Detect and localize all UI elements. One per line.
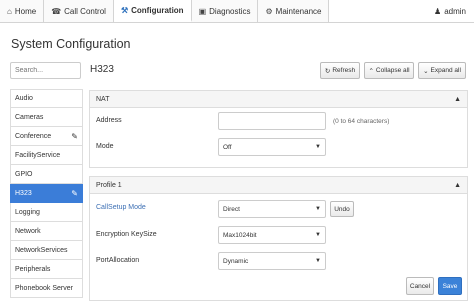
cancel-button[interactable]: Cancel: [406, 277, 434, 295]
nat-heading: NAT: [96, 95, 110, 103]
callsetup-value: Direct: [223, 205, 240, 213]
sidebar-item-label: Audio: [15, 95, 33, 102]
mode-value: Off: [223, 143, 232, 151]
refresh-icon: ↻: [324, 67, 331, 75]
encryption-value: Max1024bit: [223, 231, 257, 239]
sidebar-item-label: Network: [15, 227, 41, 235]
page-title: System Configuration: [11, 37, 131, 51]
profile-panel-header[interactable]: Profile 1 ▲: [90, 177, 467, 194]
mode-select[interactable]: Off ▼: [218, 138, 326, 156]
dropdown-arrow-icon: ▼: [315, 206, 321, 212]
port-value: Dynamic: [223, 257, 249, 265]
encryption-select[interactable]: Max1024bit ▼: [218, 226, 326, 244]
wrench-icon: ⚒: [120, 5, 129, 15]
collapse-all-button[interactable]: ⌃ Collapse all: [364, 62, 414, 79]
sidebar-item-label: Conference: [15, 132, 52, 140]
tab-diagnostics[interactable]: ▣ Diagnostics: [191, 0, 259, 22]
dropdown-arrow-icon: ▼: [315, 144, 321, 150]
chevron-up-icon: ⌃: [368, 67, 374, 75]
nat-panel-header[interactable]: NAT ▲: [90, 91, 467, 108]
tab-call-control-label: Call Control: [64, 6, 106, 16]
expand-all-button[interactable]: ⌄ Expand all: [418, 62, 466, 79]
user-name: admin: [444, 6, 466, 16]
save-button[interactable]: Save: [438, 277, 462, 295]
refresh-button[interactable]: ↻ Refresh: [320, 62, 360, 79]
address-hint: (0 to 64 characters): [333, 118, 390, 125]
camera-icon: ▣: [198, 6, 207, 16]
profile-heading: Profile 1: [96, 181, 122, 189]
edit-icon: ✎: [71, 131, 78, 141]
sidebar-item-label: Peripherals: [15, 265, 51, 273]
tab-maintenance[interactable]: ⚙ Maintenance: [258, 0, 330, 22]
sidebar-item-facilityservice[interactable]: FacilityService: [10, 146, 83, 165]
tab-configuration-label: Configuration: [131, 5, 184, 15]
collapse-all-label: Collapse all: [375, 67, 410, 74]
sidebar-item-network[interactable]: Network: [10, 222, 83, 241]
sidebar-item-peripherals[interactable]: Peripherals: [10, 260, 83, 279]
sidebar-item-label: GPIO: [15, 170, 33, 178]
dropdown-arrow-icon: ▼: [315, 232, 321, 238]
sidebar-item-label: Cameras: [15, 113, 44, 121]
encryption-label: Encryption KeySize: [96, 231, 157, 238]
sidebar-item-logging[interactable]: Logging: [10, 203, 83, 222]
sidebar-item-conference[interactable]: Conference ✎: [10, 127, 83, 146]
sidebar-item-label: Phonebook Server: [15, 284, 73, 292]
phone-icon: ☎: [51, 6, 62, 16]
refresh-label: Refresh: [332, 67, 356, 74]
tab-diagnostics-label: Diagnostics: [209, 6, 251, 16]
dropdown-arrow-icon: ▼: [315, 258, 321, 264]
edit-icon: ✎: [71, 188, 78, 198]
chevron-down-icon: ⌄: [423, 67, 429, 75]
sidebar-item-h323[interactable]: H323 ✎: [10, 184, 83, 203]
sidebar-item-label: NetworkServices: [15, 246, 68, 254]
gear-icon: ⚙: [265, 6, 273, 16]
user-icon: ♟: [434, 6, 442, 16]
port-label: PortAllocation: [96, 257, 140, 264]
sidebar-item-label: FacilityService: [15, 151, 61, 159]
sidebar-item-cameras[interactable]: Cameras: [10, 108, 83, 127]
tab-call-control[interactable]: ☎ Call Control: [44, 0, 114, 22]
callsetup-label: CallSetup Mode: [96, 204, 146, 211]
sidebar-item-networkservices[interactable]: NetworkServices: [10, 241, 83, 260]
sidebar: Audio Cameras Conference ✎ FacilityServic…: [10, 89, 83, 298]
chevron-up-icon: ▲: [454, 181, 461, 189]
tab-home[interactable]: ⌂ Home: [0, 0, 45, 22]
address-input[interactable]: [218, 112, 326, 130]
sidebar-item-audio[interactable]: Audio: [10, 89, 83, 108]
undo-button[interactable]: Undo: [330, 201, 354, 217]
section-title: H323: [90, 64, 114, 75]
tab-home-label: Home: [14, 6, 37, 16]
sidebar-item-phonebook-server[interactable]: Phonebook Server: [10, 279, 83, 298]
sidebar-item-label: Logging: [15, 208, 40, 216]
mode-label: Mode: [96, 143, 114, 150]
home-icon: ⌂: [7, 6, 12, 16]
tab-maintenance-label: Maintenance: [275, 6, 322, 16]
search-input[interactable]: [10, 62, 81, 79]
user-menu[interactable]: ♟ admin: [426, 0, 474, 22]
sidebar-item-label: H323: [15, 189, 32, 197]
top-nav: ⌂ Home ☎ Call Control ⚒ Configuration ▣ …: [0, 0, 474, 23]
sidebar-item-gpio[interactable]: GPIO: [10, 165, 83, 184]
port-select[interactable]: Dynamic ▼: [218, 252, 326, 270]
callsetup-select[interactable]: Direct ▼: [218, 200, 326, 218]
address-label: Address: [96, 117, 122, 124]
expand-all-label: Expand all: [430, 67, 461, 74]
chevron-up-icon: ▲: [454, 95, 461, 103]
tab-configuration[interactable]: ⚒ Configuration: [113, 0, 192, 22]
